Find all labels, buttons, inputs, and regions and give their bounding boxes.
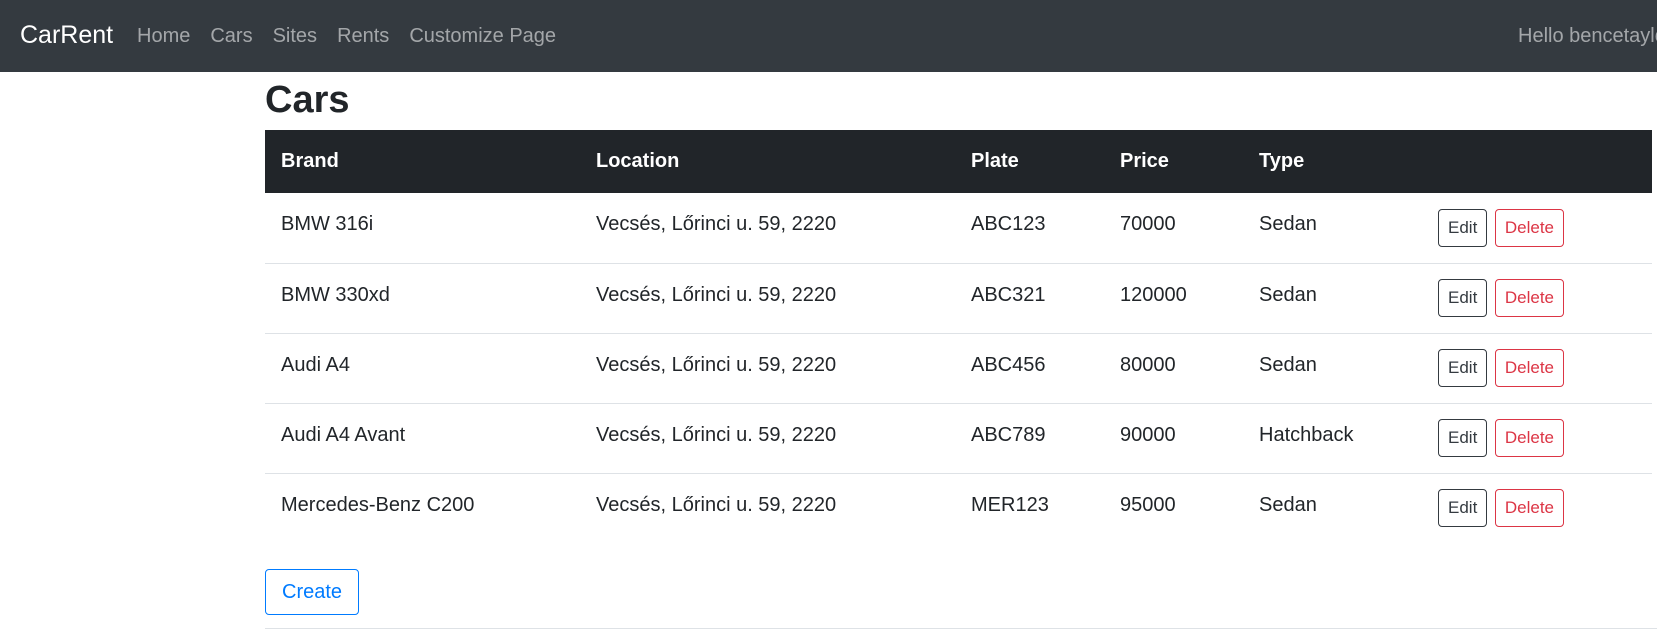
cell-location: Vecsés, Lőrinci u. 59, 2220 <box>596 423 837 446</box>
delete-button[interactable]: Delete <box>1494 208 1564 247</box>
delete-button[interactable]: Delete <box>1494 489 1564 528</box>
brand-link[interactable]: CarRent <box>20 19 113 51</box>
table-row: Audi A4 Vecsés, Lőrinci u. 59, 2220 ABC4… <box>265 333 1652 403</box>
cell-actions: Edit Delete <box>1422 473 1652 543</box>
footer-divider <box>265 628 1657 629</box>
cell-type: Sedan <box>1259 353 1317 376</box>
edit-button[interactable]: Edit <box>1438 279 1488 317</box>
cell-actions: Edit Delete <box>1422 263 1652 333</box>
cell-price: 70000 <box>1120 213 1176 236</box>
cell-brand: Audi A4 <box>281 353 350 376</box>
column-header-price: Price <box>1120 150 1169 172</box>
cell-price: 120000 <box>1120 283 1187 306</box>
column-header-brand: Brand <box>281 150 339 172</box>
nav-link-rents[interactable]: Rents <box>337 22 389 50</box>
cell-plate: ABC123 <box>971 213 1046 236</box>
cell-type: Sedan <box>1259 283 1317 306</box>
cell-plate: ABC456 <box>971 353 1046 376</box>
user-greeting: Hello bencetaylor <box>1518 25 1657 47</box>
page-title: Cars <box>265 79 350 121</box>
table-header: Brand Location Plate Price Type <box>265 130 1652 193</box>
cell-price: 95000 <box>1120 493 1176 516</box>
cell-plate: ABC321 <box>971 283 1046 306</box>
table-row: Mercedes-Benz C200 Vecsés, Lőrinci u. 59… <box>265 473 1652 543</box>
nav-link-cars[interactable]: Cars <box>210 22 252 50</box>
cell-type: Sedan <box>1259 213 1317 236</box>
cars-table: Brand Location Plate Price Type BMW 316i… <box>265 130 1652 543</box>
nav-link-home[interactable]: Home <box>137 22 190 50</box>
main-content: Cars Brand Location Plate Price Type BMW… <box>265 72 1657 615</box>
create-button[interactable]: Create <box>265 569 360 615</box>
cell-actions: Edit Delete <box>1422 193 1652 263</box>
column-header-location: Location <box>596 150 680 172</box>
cell-type: Sedan <box>1259 493 1317 516</box>
column-header-actions <box>1422 130 1652 193</box>
column-header-type: Type <box>1259 150 1305 172</box>
delete-button[interactable]: Delete <box>1494 349 1564 387</box>
edit-button[interactable]: Edit <box>1438 419 1488 457</box>
delete-button[interactable]: Delete <box>1494 279 1564 317</box>
table-row: BMW 316i Vecsés, Lőrinci u. 59, 2220 ABC… <box>265 193 1652 263</box>
cell-location: Vecsés, Lőrinci u. 59, 2220 <box>596 213 837 236</box>
cell-plate: ABC789 <box>971 423 1046 446</box>
edit-button[interactable]: Edit <box>1438 208 1488 247</box>
table-row: BMW 330xd Vecsés, Lőrinci u. 59, 2220 AB… <box>265 263 1652 333</box>
cell-price: 80000 <box>1120 353 1176 376</box>
cell-location: Vecsés, Lőrinci u. 59, 2220 <box>596 493 837 516</box>
cell-brand: Mercedes-Benz C200 <box>281 493 475 516</box>
column-header-plate: Plate <box>971 150 1019 172</box>
top-navbar: CarRent Home Cars Sites Rents Customize … <box>0 0 1657 72</box>
cell-brand: BMW 330xd <box>281 283 390 306</box>
cell-brand: BMW 316i <box>281 213 374 236</box>
cell-price: 90000 <box>1120 423 1176 446</box>
cell-type: Hatchback <box>1259 423 1354 446</box>
cell-actions: Edit Delete <box>1422 403 1652 473</box>
cell-plate: MER123 <box>971 493 1049 516</box>
edit-button[interactable]: Edit <box>1438 349 1488 387</box>
cell-location: Vecsés, Lőrinci u. 59, 2220 <box>596 283 837 306</box>
nav-link-customize-page[interactable]: Customize Page <box>409 22 556 50</box>
cell-actions: Edit Delete <box>1422 333 1652 403</box>
table-row: Audi A4 Avant Vecsés, Lőrinci u. 59, 222… <box>265 403 1652 473</box>
nav-link-sites[interactable]: Sites <box>273 22 317 50</box>
cell-brand: Audi A4 Avant <box>281 423 406 446</box>
cell-location: Vecsés, Lőrinci u. 59, 2220 <box>596 353 837 376</box>
edit-button[interactable]: Edit <box>1438 489 1488 528</box>
delete-button[interactable]: Delete <box>1494 419 1564 457</box>
nav-links: Home Cars Sites Rents Customize Page <box>137 22 576 50</box>
